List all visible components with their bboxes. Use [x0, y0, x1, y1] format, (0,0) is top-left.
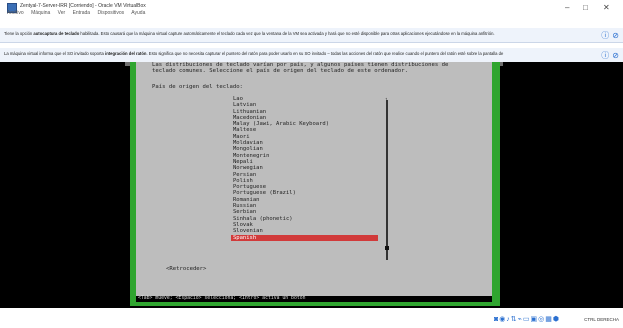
recording-icon[interactable]: ◎ — [538, 316, 544, 323]
audio-icon[interactable]: ♪ — [506, 316, 510, 323]
close-icon[interactable]: ⊘ — [612, 51, 619, 60]
menu-archivo[interactable]: Archivo — [7, 10, 24, 16]
optical-drive-icon[interactable]: ◉ — [499, 316, 505, 323]
mouse-integration-notification: La máquina virtual informa que el SO inv… — [0, 48, 623, 63]
back-button[interactable]: <Retroceder> — [166, 266, 206, 272]
hard-disk-icon[interactable]: ◙ — [494, 316, 498, 323]
country-prompt: País de origen del teclado: — [152, 84, 243, 90]
shared-folder-icon[interactable]: ▭ — [523, 316, 530, 323]
display-icon[interactable]: ▣ — [531, 316, 538, 323]
vm-statusbar: ◙◉♪⇅⌁▭▣◎▦⬢ CTRL DERECHA — [0, 308, 623, 328]
cpu-icon[interactable]: ▦ — [545, 316, 552, 323]
host-key-label: CTRL DERECHA — [584, 317, 619, 322]
menu-ayuda[interactable]: Ayuda — [131, 10, 145, 16]
list-scrollbar[interactable] — [386, 100, 388, 260]
scrollbar-thumb[interactable] — [385, 246, 389, 250]
keyboard-notification-text: Tiene la opción autocaptura de teclado h… — [4, 31, 495, 36]
menu-entrada[interactable]: Entrada — [73, 10, 91, 16]
device-tray: ◙◉♪⇅⌁▭▣◎▦⬢ — [493, 315, 559, 323]
keyboard-dialog: Las distribuciones de teclado varían por… — [136, 62, 492, 296]
window-titlebar: Zentyal-7-Server-IRR [Corriendo] - Oracl… — [0, 0, 623, 20]
help-text: <Tab> mueve; <Espacio> selecciona; <Intr… — [138, 296, 306, 301]
info-icon[interactable]: ⓘ — [601, 30, 609, 41]
keyboard-country-list[interactable]: Lao Latvian Lithuanian Macedonian Malay … — [231, 96, 381, 241]
menu-dispositivos[interactable]: Dispositivos — [97, 10, 124, 16]
mouse-notification-text: La máquina virtual informa que el SO inv… — [4, 51, 504, 56]
menu-maquina[interactable]: Máquina — [31, 10, 50, 16]
info-icon[interactable]: ⓘ — [601, 50, 609, 61]
vm-display[interactable]: Las distribuciones de teclado varían por… — [0, 62, 623, 308]
installer-help-bar: <Tab> mueve; <Espacio> selecciona; <Intr… — [136, 296, 492, 302]
intro-line-2: teclado comunes. Seleccione el país de o… — [152, 68, 408, 74]
list-item-selected[interactable]: Spanish — [231, 234, 378, 241]
maximize-button[interactable]: □ — [583, 4, 588, 12]
keyboard-capture-notification: Tiene la opción autocaptura de teclado h… — [0, 28, 623, 43]
menu-bar: Archivo Máquina Ver Entrada Dispositivos… — [7, 10, 151, 16]
menu-ver[interactable]: Ver — [58, 10, 66, 16]
close-icon[interactable]: ⊘ — [612, 31, 619, 40]
window-title: Zentyal-7-Server-IRR [Corriendo] - Oracl… — [20, 3, 146, 9]
minimize-button[interactable]: – — [565, 4, 569, 12]
mouse-integration-icon[interactable]: ⬢ — [553, 316, 559, 323]
close-button[interactable]: ✕ — [603, 4, 610, 12]
network-icon[interactable]: ⇅ — [511, 316, 517, 323]
scroll-up-arrow-icon: ↑ — [385, 96, 388, 101]
usb-icon[interactable]: ⌁ — [518, 316, 522, 323]
